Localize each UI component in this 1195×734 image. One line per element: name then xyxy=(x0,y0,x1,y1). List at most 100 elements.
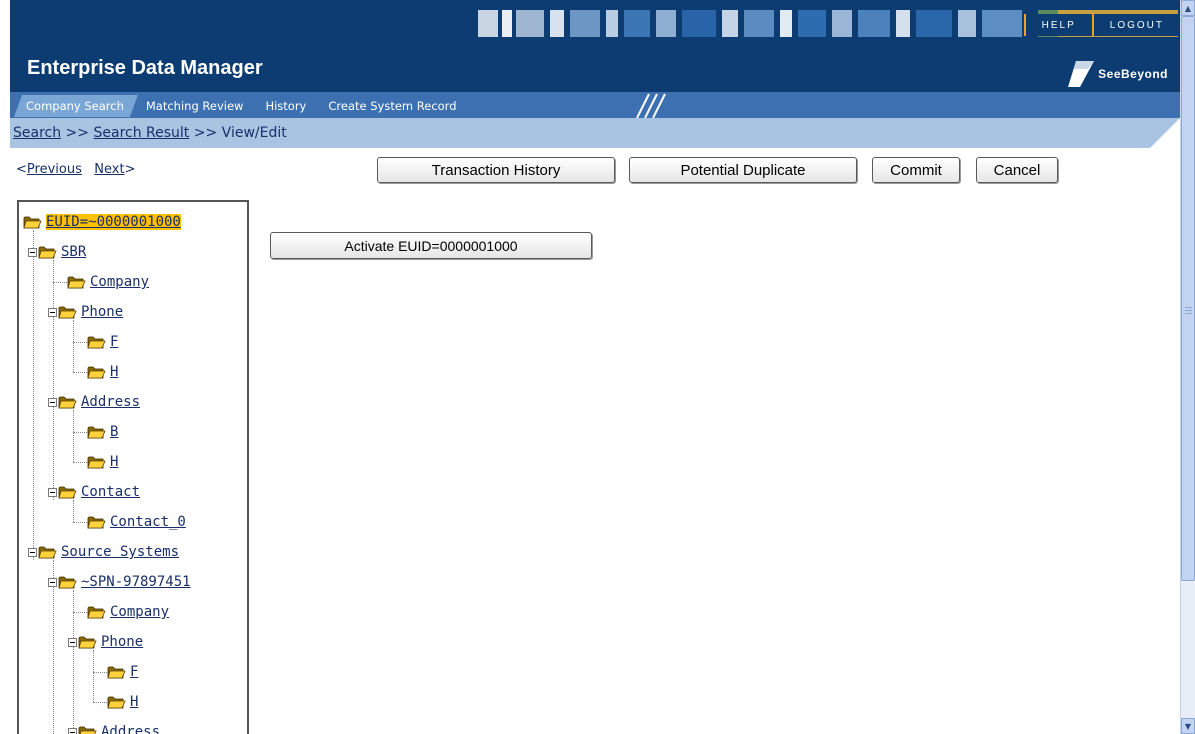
app-title: Enterprise Data Manager xyxy=(27,57,263,79)
tree-link-sbr-address[interactable]: Address xyxy=(81,394,140,410)
commit-button[interactable]: Commit xyxy=(872,157,960,183)
potential-duplicate-button[interactable]: Potential Duplicate xyxy=(629,157,857,183)
tree-link-sbr-phone-h[interactable]: H xyxy=(110,364,118,380)
tree-link-sbr-company[interactable]: Company xyxy=(90,274,149,290)
tree-node-sbr-phone: Phone xyxy=(48,302,123,322)
tab-history[interactable]: History xyxy=(253,95,320,117)
breadcrumb-current: View/Edit xyxy=(221,125,287,141)
scrollbar-grip-icon xyxy=(1185,307,1192,315)
tree-link-spn-company[interactable]: Company xyxy=(110,604,169,620)
tree-link-sbr-phone[interactable]: Phone xyxy=(81,304,123,320)
tree-node-sbr: SBR xyxy=(28,242,86,262)
collapse-toggle-icon[interactable] xyxy=(48,397,57,407)
tree-link-source-systems[interactable]: Source Systems xyxy=(61,544,179,560)
collapse-toggle-icon[interactable] xyxy=(48,307,57,317)
collapse-toggle-icon[interactable] xyxy=(48,577,57,587)
collapse-toggle-icon[interactable] xyxy=(48,487,57,497)
logout-link[interactable]: LOGOUT xyxy=(1091,14,1180,36)
tree-node-spn-phone: Phone xyxy=(68,632,143,652)
tree-connector xyxy=(73,320,74,372)
tree-node-spn: ~SPN-97897451 xyxy=(48,572,191,592)
help-link[interactable]: HELP xyxy=(1023,14,1092,36)
app-header: HELP LOGOUT Enterprise Data Manager SeeB… xyxy=(10,0,1180,92)
tree-node-spn-address: Address xyxy=(68,722,160,734)
breadcrumb-separator: >> xyxy=(61,125,94,141)
tree-connector xyxy=(93,702,107,703)
tab-create-system-record[interactable]: Create System Record xyxy=(316,95,470,117)
tree-link-root-euid[interactable]: EUID=~0000001000 xyxy=(46,214,181,230)
transaction-history-button[interactable]: Transaction History xyxy=(377,157,615,183)
activate-euid-button[interactable]: Activate EUID=0000001000 xyxy=(270,232,592,259)
tree-connector xyxy=(73,432,87,433)
collapse-toggle-icon[interactable] xyxy=(68,727,77,734)
tree-link-sbr-contact[interactable]: Contact xyxy=(81,484,140,500)
tree-link-sbr-address-h[interactable]: H xyxy=(110,454,118,470)
tree-link-spn-phone-h[interactable]: H xyxy=(130,694,138,710)
record-tree: EUID=~0000001000 SBR Company Phone F H A… xyxy=(17,200,249,734)
tree-link-sbr[interactable]: SBR xyxy=(61,244,86,260)
tree-link-sbr-contact-0[interactable]: Contact_0 xyxy=(110,514,186,530)
tab-slash-decoration xyxy=(636,93,666,118)
vertical-scrollbar[interactable]: ▲ ▼ xyxy=(1180,0,1195,734)
tree-node-spn-company: Company xyxy=(87,602,169,622)
cancel-button[interactable]: Cancel xyxy=(976,157,1058,183)
seebeyond-logo-icon xyxy=(1068,61,1095,87)
tree-connector xyxy=(53,260,54,500)
scroll-up-arrow-icon[interactable]: ▲ xyxy=(1181,0,1195,16)
breadcrumb-bar: Search >> Search Result >> View/Edit xyxy=(10,118,1180,148)
breadcrumb-search-result-link[interactable]: Search Result xyxy=(93,125,189,141)
folder-open-icon xyxy=(58,395,77,409)
tree-node-sbr-phone-h: H xyxy=(87,362,118,382)
collapse-toggle-icon[interactable] xyxy=(28,547,37,557)
folder-open-icon xyxy=(38,245,57,259)
seebeyond-logo: SeeBeyond xyxy=(1066,61,1168,87)
tree-node-spn-phone-f: F xyxy=(107,662,138,682)
header-links: HELP LOGOUT xyxy=(1023,14,1180,36)
tree-node-sbr-address: Address xyxy=(48,392,140,412)
tree-connector xyxy=(33,230,34,560)
next-suffix: > xyxy=(124,162,136,177)
folder-open-icon xyxy=(58,575,77,589)
tree-connector xyxy=(73,500,74,522)
tab-bar: Company Search Matching Review History C… xyxy=(10,92,1180,118)
previous-link[interactable]: Previous xyxy=(27,162,82,177)
folder-open-icon xyxy=(87,515,106,529)
tree-link-sbr-address-b[interactable]: B xyxy=(110,424,118,440)
breadcrumb: Search >> Search Result >> View/Edit xyxy=(13,125,287,141)
folder-open-icon xyxy=(58,485,77,499)
folder-open-icon xyxy=(38,545,57,559)
tree-link-spn-phone-f[interactable]: F xyxy=(130,664,138,680)
folder-open-icon xyxy=(87,455,106,469)
tab-company-search[interactable]: Company Search xyxy=(14,95,138,117)
scrollbar-thumb[interactable] xyxy=(1181,16,1195,581)
breadcrumb-search-link[interactable]: Search xyxy=(13,125,61,141)
tree-connector xyxy=(73,410,74,462)
tree-connector xyxy=(73,522,87,523)
tree-connector xyxy=(93,650,94,702)
folder-open-icon xyxy=(107,665,126,679)
breadcrumb-corner-decoration xyxy=(1150,118,1180,148)
next-link[interactable]: Next xyxy=(94,162,124,177)
folder-open-icon xyxy=(23,215,42,229)
tree-node-sbr-contact-0: Contact_0 xyxy=(87,512,186,532)
tab-matching-review[interactable]: Matching Review xyxy=(134,95,258,117)
scroll-down-arrow-icon[interactable]: ▼ xyxy=(1181,718,1195,734)
folder-open-icon xyxy=(87,425,106,439)
folder-open-icon xyxy=(87,365,106,379)
tree-link-spn-phone[interactable]: Phone xyxy=(101,634,143,650)
tree-link-spn-address[interactable]: Address xyxy=(101,724,160,734)
collapse-toggle-icon[interactable] xyxy=(68,637,77,647)
tree-node-sbr-address-h: H xyxy=(87,452,118,472)
tree-node-spn-phone-h: H xyxy=(107,692,138,712)
folder-open-icon xyxy=(87,605,106,619)
tree-node-sbr-company: Company xyxy=(67,272,149,292)
tree-link-spn[interactable]: ~SPN-97897451 xyxy=(81,574,191,590)
tree-node-sbr-contact: Contact xyxy=(48,482,140,502)
folder-open-icon xyxy=(78,635,97,649)
tree-link-sbr-phone-f[interactable]: F xyxy=(110,334,118,350)
folder-open-icon xyxy=(67,275,86,289)
tree-connector xyxy=(53,282,67,283)
tree-connector xyxy=(73,342,87,343)
collapse-toggle-icon[interactable] xyxy=(28,247,37,257)
prev-prefix: < xyxy=(16,162,27,177)
